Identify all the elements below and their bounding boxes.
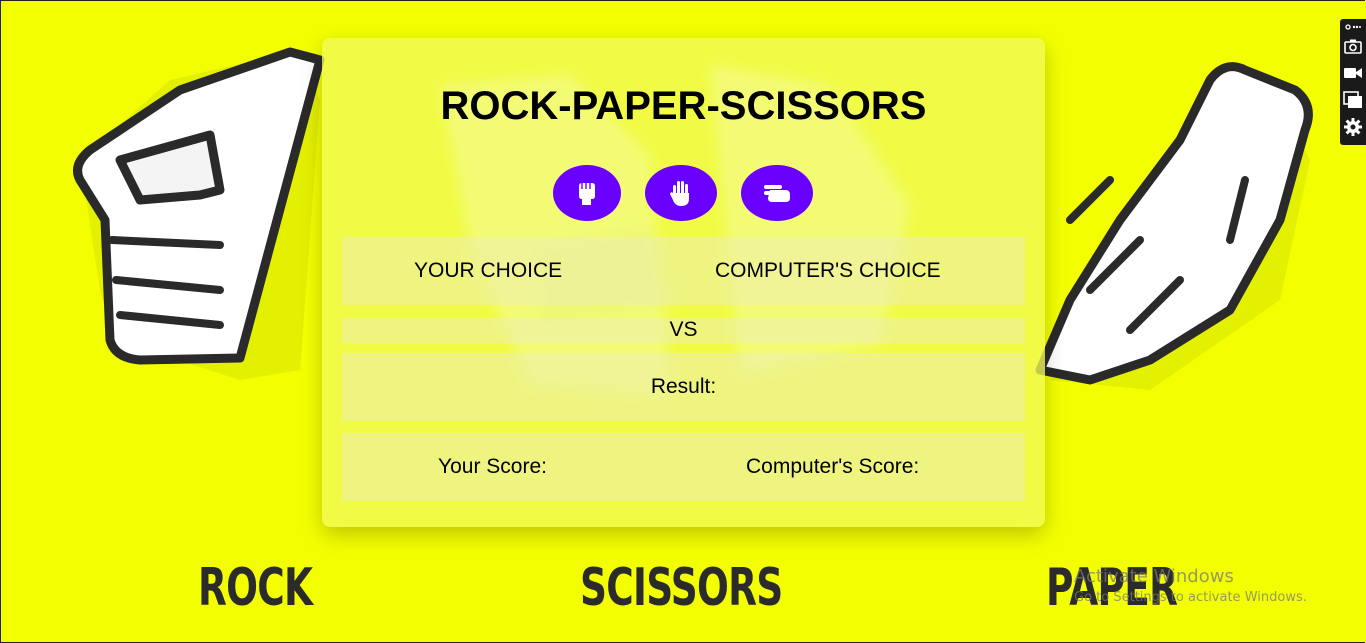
window-icon[interactable]: [1343, 90, 1363, 110]
choices-panel: YOUR CHOICE COMPUTER'S CHOICE: [342, 237, 1025, 305]
computer-choice-label: COMPUTER'S CHOICE: [715, 259, 941, 282]
rock-button[interactable]: [553, 165, 621, 221]
capture-toolbar: [1340, 19, 1366, 145]
paper-hand-illustration: [1035, 62, 1313, 390]
watermark-title: Activate Windows: [1074, 566, 1234, 587]
result-panel: Result:: [342, 353, 1025, 421]
result-label: Result:: [650, 375, 717, 398]
your-score-label: Your Score:: [438, 455, 547, 478]
score-panel: Your Score: Computer's Score:: [342, 433, 1025, 501]
computer-score-label: Computer's Score:: [746, 455, 920, 478]
background-word-scissors: SCISSORS: [580, 558, 783, 618]
watermark-subtitle: Go to Settings to activate Windows.: [1074, 590, 1307, 605]
scissors-hand-icon: [764, 185, 790, 202]
paper-button[interactable]: [645, 165, 717, 221]
windows-activation-watermark: Activate Windows Go to Settings to activ…: [1074, 566, 1307, 605]
link-icon[interactable]: [1343, 20, 1363, 34]
your-choice-label: YOUR CHOICE: [414, 259, 563, 282]
game-title: ROCK-PAPER-SCISSORS: [440, 84, 927, 128]
camera-icon[interactable]: [1343, 36, 1363, 56]
vs-panel: VS: [342, 318, 1025, 343]
rock-hand-illustration: [73, 47, 325, 380]
fist-icon: [579, 183, 595, 205]
vs-label: VS: [669, 318, 698, 341]
scissors-button[interactable]: [741, 165, 813, 221]
video-icon[interactable]: [1343, 63, 1363, 83]
open-hand-icon: [670, 181, 689, 206]
gear-icon[interactable]: [1343, 117, 1363, 137]
game-card: ROCK-PAPER-SCISSORS YOUR CHOICE COMPUTER…: [322, 38, 1045, 527]
background-word-rock: ROCK: [198, 558, 313, 618]
